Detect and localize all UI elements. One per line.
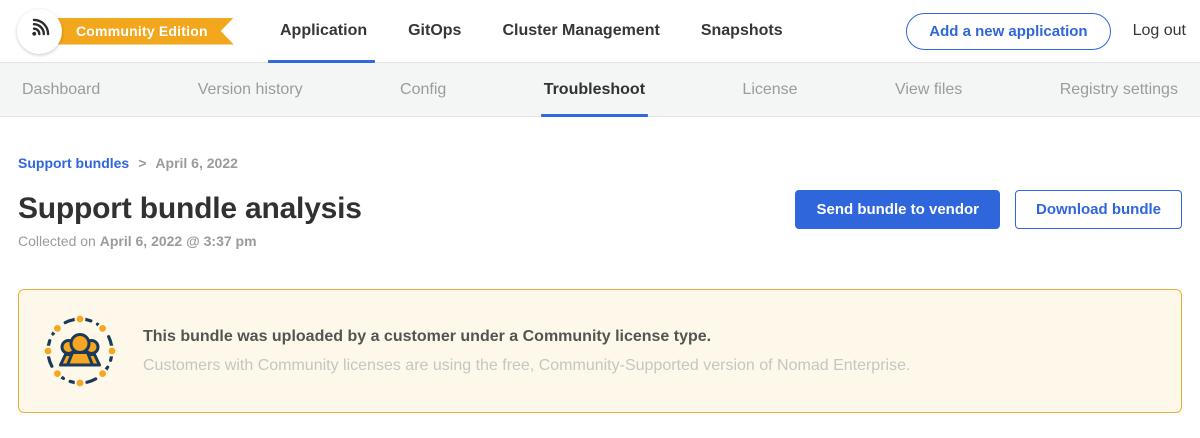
collected-prefix: Collected on — [18, 233, 100, 249]
subnav-item-dashboard[interactable]: Dashboard — [22, 63, 100, 116]
brand: Community Edition — [20, 0, 252, 63]
page-header: Support bundle analysis Collected on Apr… — [18, 192, 1182, 249]
log-out-link[interactable]: Log out — [1133, 22, 1186, 40]
replicated-logo-icon — [26, 15, 53, 47]
subnav-item-registry-settings[interactable]: Registry settings — [1060, 63, 1178, 116]
subnav-item-troubleshoot[interactable]: Troubleshoot — [544, 63, 645, 116]
main-tabs: Application GitOps Cluster Management Sn… — [280, 0, 783, 62]
breadcrumb-separator: > — [138, 155, 146, 171]
subnav-item-view-files[interactable]: View files — [895, 63, 962, 116]
send-bundle-to-vendor-button[interactable]: Send bundle to vendor — [795, 190, 1000, 229]
community-license-banner: This bundle was uploaded by a customer u… — [18, 289, 1182, 413]
breadcrumb-current: April 6, 2022 — [155, 155, 238, 171]
top-navigation: Community Edition Application GitOps Clu… — [0, 0, 1200, 63]
collected-timestamp: Collected on April 6, 2022 @ 3:37 pm — [18, 233, 362, 249]
add-new-application-button[interactable]: Add a new application — [906, 13, 1110, 50]
page-title-block: Support bundle analysis Collected on Apr… — [18, 192, 362, 249]
tab-cluster-management[interactable]: Cluster Management — [502, 0, 659, 62]
bundle-actions: Send bundle to vendor Download bundle — [795, 190, 1182, 229]
tab-application[interactable]: Application — [280, 0, 367, 62]
topnav-right: Add a new application Log out — [906, 13, 1186, 50]
collected-date: April 6, 2022 @ 3:37 pm — [100, 233, 257, 249]
main-content: Support bundles > April 6, 2022 Support bu… — [0, 155, 1200, 413]
community-edition-badge: Community Edition — [40, 18, 234, 45]
subnav-item-license[interactable]: License — [742, 63, 797, 116]
subnav-item-config[interactable]: Config — [400, 63, 446, 116]
banner-heading: This bundle was uploaded by a customer u… — [143, 328, 910, 346]
app-logo — [17, 9, 62, 54]
community-icon — [43, 314, 117, 388]
breadcrumb: Support bundles > April 6, 2022 — [18, 155, 1182, 171]
download-bundle-button[interactable]: Download bundle — [1015, 190, 1182, 229]
banner-text: This bundle was uploaded by a customer u… — [143, 328, 910, 375]
banner-body: Customers with Community licenses are us… — [143, 357, 910, 375]
subnav-item-version-history[interactable]: Version history — [198, 63, 303, 116]
tab-gitops[interactable]: GitOps — [408, 0, 461, 62]
breadcrumb-support-bundles-link[interactable]: Support bundles — [18, 155, 129, 171]
tab-snapshots[interactable]: Snapshots — [701, 0, 783, 62]
page-title: Support bundle analysis — [18, 192, 362, 226]
application-subnav: Dashboard Version history Config Trouble… — [0, 63, 1200, 117]
